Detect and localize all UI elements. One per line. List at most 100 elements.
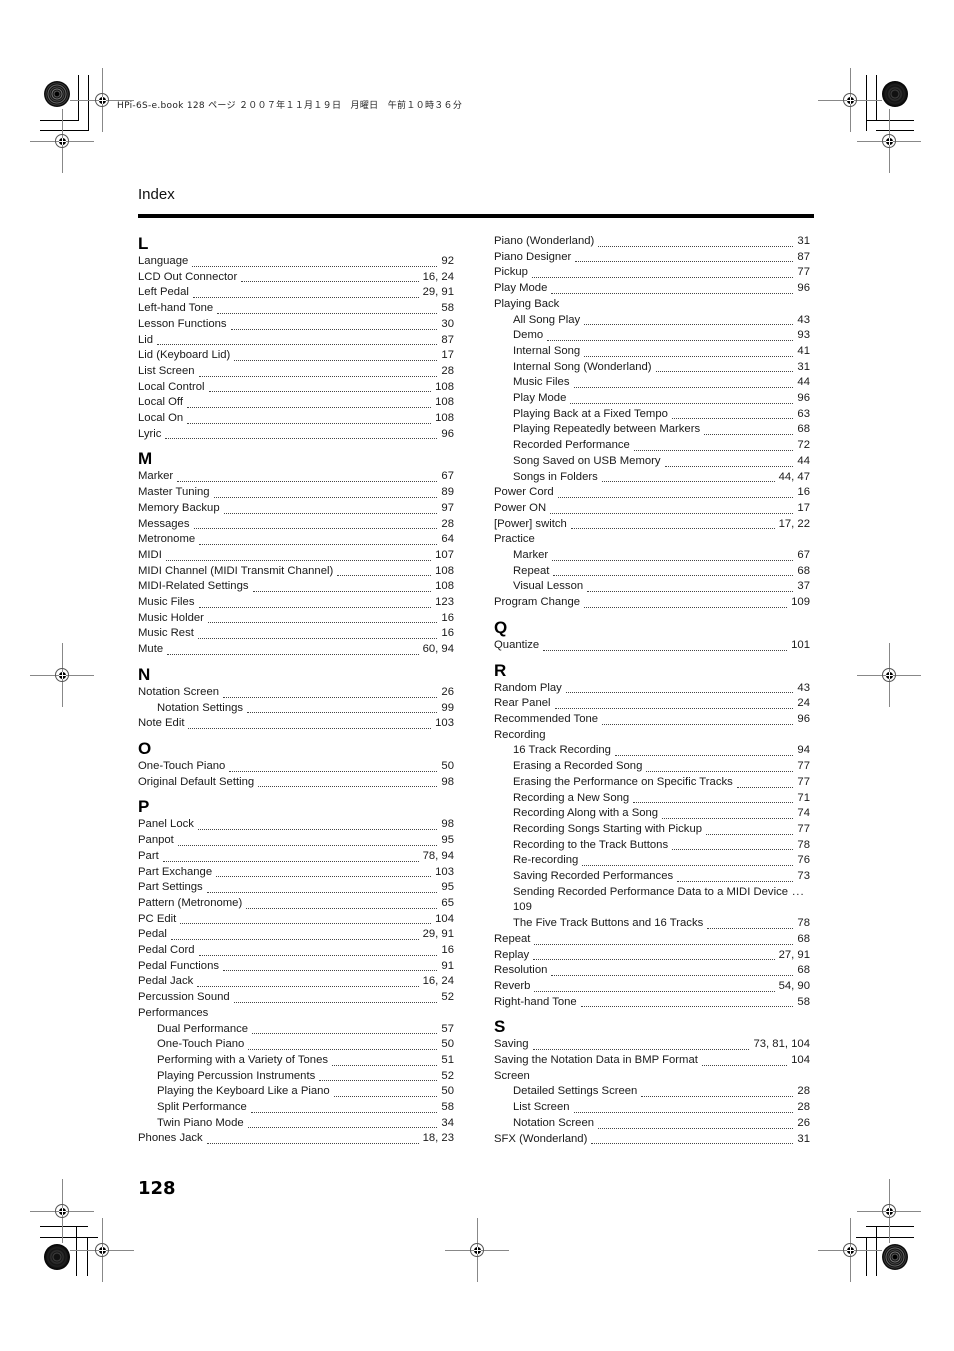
dot-leader	[198, 954, 438, 956]
index-subentry: Playing Back at a Fixed Tempo 63	[494, 407, 810, 423]
entry-label: Music Holder	[138, 611, 204, 624]
entry-pages: 71	[797, 791, 810, 804]
entry-label: Recording to the Track Buttons	[513, 838, 669, 851]
index-entry: Repeat 68	[494, 932, 810, 948]
registration-disc-top-left	[44, 81, 70, 107]
entry-pages: 44	[797, 376, 810, 389]
index-subentry: Re-recording 76	[494, 853, 810, 869]
dot-leader	[553, 574, 794, 577]
entry-label: Playing Back	[494, 297, 560, 310]
dot-leader	[223, 512, 438, 514]
dot-leader	[532, 1048, 750, 1051]
entry-pages: 93	[797, 329, 810, 342]
dot-leader	[575, 260, 794, 263]
entry-label: Language	[138, 255, 189, 267]
entry-pages: 37	[797, 580, 810, 593]
dot-leader	[534, 943, 794, 945]
entry-label: Notation Screen	[138, 685, 220, 698]
entry-pages: 65	[441, 896, 454, 909]
index-entry: Mute 60, 94	[138, 642, 454, 658]
entry-label: Piano (Wonderland)	[494, 235, 595, 247]
index-letter-heading: O	[138, 738, 152, 758]
dot-leader	[165, 437, 438, 440]
dot-leader	[736, 786, 794, 788]
entry-pages: 29, 91	[422, 286, 454, 299]
entry-pages: 103	[435, 717, 454, 730]
entry-pages: 58	[441, 302, 454, 315]
entry-label: Replay	[494, 948, 530, 961]
index-subentry: Marker 67	[494, 548, 810, 564]
index-subentry: Saving Recorded Performances 73	[494, 869, 810, 885]
entry-pages: 68	[797, 964, 810, 977]
entry-label: Screen	[494, 1069, 530, 1082]
entry-pages: 30	[441, 317, 454, 330]
entry-label: Dual Performance	[157, 1022, 249, 1035]
dot-leader	[551, 974, 794, 976]
dot-leader	[177, 844, 438, 846]
entry-pages: 91	[441, 959, 454, 972]
entry-label: Percussion Sound	[138, 991, 230, 1004]
index-subentry: Music Files 44	[494, 375, 810, 391]
entry-pages: 123	[435, 596, 454, 609]
entry-label: Original Default Setting	[138, 775, 255, 788]
index-entry: Replay 27, 91	[494, 948, 810, 964]
entry-label: Playing the Keyboard Like a Piano	[157, 1085, 330, 1098]
dot-leader	[217, 312, 438, 314]
dot-leader	[534, 990, 775, 992]
index-entry: Language 92	[138, 254, 454, 270]
index-subentry: Dual Performance 57	[138, 1022, 454, 1038]
index-letter-heading: Q	[494, 617, 508, 637]
crosshair-icon	[30, 1179, 94, 1243]
index-entry: Piano Designer 87	[494, 250, 810, 266]
index-entry: Right-hand Tone 58	[494, 995, 810, 1011]
entry-pages: 78	[797, 838, 810, 851]
crop-line	[76, 1226, 77, 1276]
entry-label: Left Pedal	[138, 286, 189, 299]
dot-leader	[580, 1005, 794, 1008]
dot-leader	[573, 1111, 794, 1113]
entry-label: Local Control	[138, 380, 205, 393]
index-entry: MIDI Channel (MIDI Transmit Channel) 108	[138, 564, 454, 580]
entry-pages: 108	[435, 580, 454, 593]
index-entry: LCD Out Connector 16, 24	[138, 270, 454, 286]
entry-pages: 44	[797, 454, 810, 467]
entry-pages: 16	[441, 944, 454, 957]
crosshair-icon	[857, 643, 921, 707]
entry-label: Local Off	[138, 396, 184, 409]
index-letter-heading: M	[138, 449, 153, 469]
entry-label: Local On	[138, 412, 184, 425]
entry-label: Phones Jack	[138, 1132, 203, 1145]
index-entry: Recording	[494, 728, 810, 744]
entry-pages: 28	[441, 517, 454, 530]
entry-label: MIDI-Related Settings	[138, 580, 249, 593]
entry-pages: 67	[441, 470, 454, 483]
entry-label: Recording Songs Starting with Pickup	[513, 822, 703, 835]
entry-label: Pattern (Metronome)	[138, 896, 243, 909]
index-entry: Memory Backup 97	[138, 501, 454, 517]
entry-label: Recorded Performance	[513, 439, 630, 452]
entry-label: Play Mode	[513, 392, 567, 405]
entry-label: Rear Panel	[494, 697, 551, 710]
index-entry: Program Change 109	[494, 595, 810, 611]
entry-label: Song Saved on USB Memory	[513, 454, 661, 467]
dot-leader	[662, 817, 794, 819]
entry-pages: 16, 24	[422, 270, 454, 283]
entry-pages: 96	[441, 427, 454, 440]
dot-leader	[192, 265, 438, 267]
index-entry: Note Edit 103	[138, 716, 454, 732]
entry-pages: 99	[441, 701, 454, 714]
entry-label: Internal Song (Wonderland)	[513, 360, 652, 373]
dot-leader	[223, 969, 438, 972]
crosshair-icon	[30, 109, 94, 173]
section-title: Index	[138, 186, 175, 203]
entry-pages: 89	[441, 486, 454, 499]
index-subentry: Split Performance 58	[138, 1100, 454, 1116]
dot-leader	[672, 848, 794, 851]
dot-leader	[187, 406, 432, 409]
dot-leader	[664, 465, 794, 467]
entry-label: Panpot	[138, 834, 174, 847]
dot-leader	[208, 390, 432, 393]
index-entry: Local Control 108	[138, 380, 454, 396]
dot-leader	[671, 417, 794, 420]
entry-label: Part Exchange	[138, 865, 213, 878]
